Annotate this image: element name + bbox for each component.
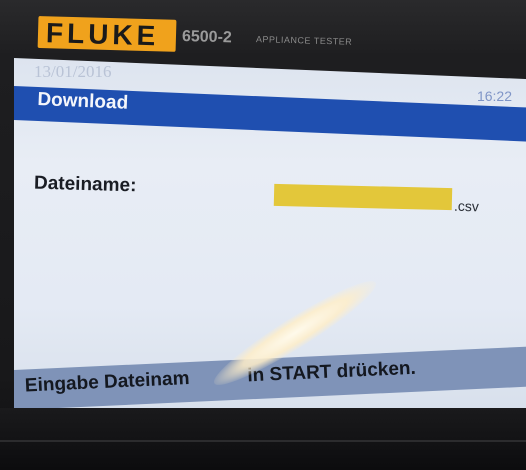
filename-input[interactable]	[273, 183, 453, 211]
lcd-screen: 13/01/2016 Download 16:22 Dateiname: .cs…	[14, 58, 526, 410]
time-display: 16:22	[476, 88, 512, 104]
model-number: 6500-2	[181, 28, 233, 47]
title-bar: Download	[14, 86, 526, 142]
status-message-end: in START drücken.	[246, 357, 417, 387]
product-name: APPLIANCE TESTER	[255, 34, 353, 47]
bezel-edge	[0, 440, 526, 442]
status-message-start: Eingabe Dateinam	[24, 368, 190, 397]
date-display: 13/01/2016	[34, 62, 112, 81]
fluke-logo: FLUKE	[37, 16, 177, 52]
brand-name: FLUKE	[45, 17, 160, 52]
screen-title: Download	[37, 89, 129, 114]
file-extension: .csv	[453, 197, 480, 215]
filename-label: Dateiname:	[33, 172, 137, 197]
status-bar: Eingabe Dateinam in START drücken.	[14, 346, 526, 410]
lower-bezel	[0, 408, 526, 470]
status-message: Eingabe Dateinam in START drücken.	[24, 358, 416, 398]
